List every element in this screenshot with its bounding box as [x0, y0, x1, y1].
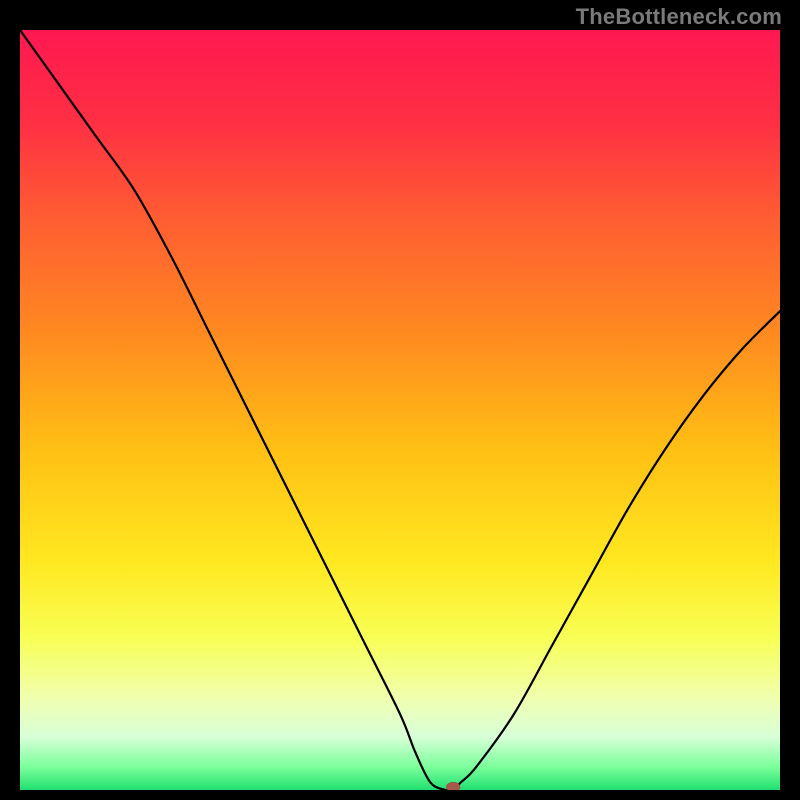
chart-marker [446, 782, 460, 790]
chart-background [20, 30, 780, 790]
chart-svg [20, 30, 780, 790]
chart-plot [20, 30, 780, 790]
chart-frame: TheBottleneck.com [0, 0, 800, 800]
watermark-label: TheBottleneck.com [576, 4, 782, 30]
